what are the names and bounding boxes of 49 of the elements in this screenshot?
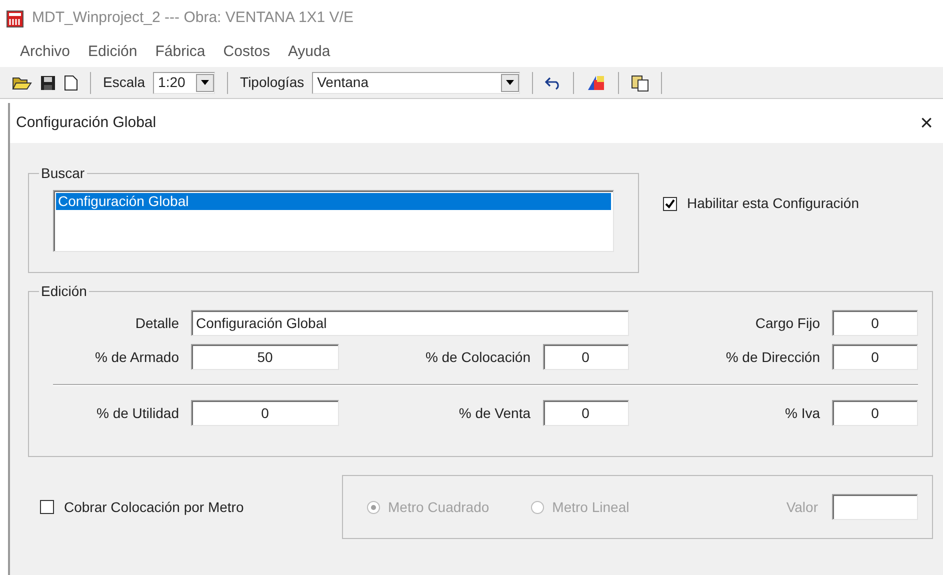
scale-label: Escala — [103, 73, 146, 92]
input-field[interactable]: 0 — [542, 344, 628, 370]
caret-icon — [201, 80, 210, 85]
shapes-icon[interactable] — [586, 74, 606, 92]
open-folder-icon[interactable] — [12, 74, 32, 90]
menu-item[interactable]: Ayuda — [288, 40, 330, 64]
group-title: Edición — [40, 282, 88, 301]
typology-label: Tipologías — [240, 73, 304, 92]
input-field[interactable]: 0 — [832, 344, 918, 370]
list-item[interactable]: Configuración Global — [56, 193, 611, 210]
checkbox-label: Habilitar esta Configuración — [687, 194, 859, 213]
caret-icon — [506, 80, 514, 85]
input-field[interactable]: Configuración Global — [191, 310, 628, 336]
dialog-title: Configuración Global — [16, 112, 156, 133]
field-label: % de Armado — [94, 348, 179, 364]
app-logo-icon — [6, 10, 24, 28]
typology-dropdown[interactable]: Ventana — [312, 72, 520, 94]
close-button[interactable]: × — [916, 112, 937, 134]
menu-item[interactable]: Archivo — [20, 40, 70, 64]
checkbox-label: Cobrar Colocación por Metro — [64, 498, 244, 517]
field-label: Cargo Fijo — [755, 314, 820, 330]
input-field[interactable]: 0 — [191, 400, 339, 426]
radio-label: Metro Cuadrado — [388, 498, 490, 516]
checkmark-icon — [665, 198, 675, 208]
input-field[interactable]: 0 — [832, 400, 918, 426]
list-box[interactable]: Configuración Global — [53, 190, 614, 252]
menu-item[interactable]: Edición — [88, 40, 138, 64]
input-field[interactable]: 50 — [191, 344, 339, 370]
field-label: % Iva — [784, 404, 820, 420]
window-title: MDT_Winproject_2 --- Obra: VENTANA 1X1 V/E — [32, 8, 354, 28]
checkbox[interactable] — [40, 500, 54, 514]
checkbox[interactable] — [663, 196, 677, 210]
field-label: % de Utilidad — [96, 404, 179, 420]
save-icon[interactable] — [40, 74, 56, 90]
menu-item[interactable]: Costos — [223, 40, 270, 64]
undo-icon[interactable] — [545, 76, 562, 90]
field-label: % de Colocación — [425, 348, 530, 364]
input-field[interactable]: 0 — [832, 310, 918, 336]
scale-dropdown[interactable]: 1:20 — [153, 72, 216, 94]
radio-label: Metro Lineal — [552, 498, 630, 516]
field-label: % de Dirección — [726, 348, 820, 364]
copy-icon[interactable] — [631, 74, 650, 92]
field-label: % de Venta — [458, 404, 530, 420]
new-file-icon[interactable] — [64, 74, 78, 90]
group-title: Buscar — [40, 164, 86, 183]
menu-item[interactable]: Fábrica — [155, 40, 206, 64]
field-label: Valor — [786, 498, 818, 516]
input-field[interactable]: 0 — [542, 400, 628, 426]
field-label: Detalle — [135, 314, 179, 330]
